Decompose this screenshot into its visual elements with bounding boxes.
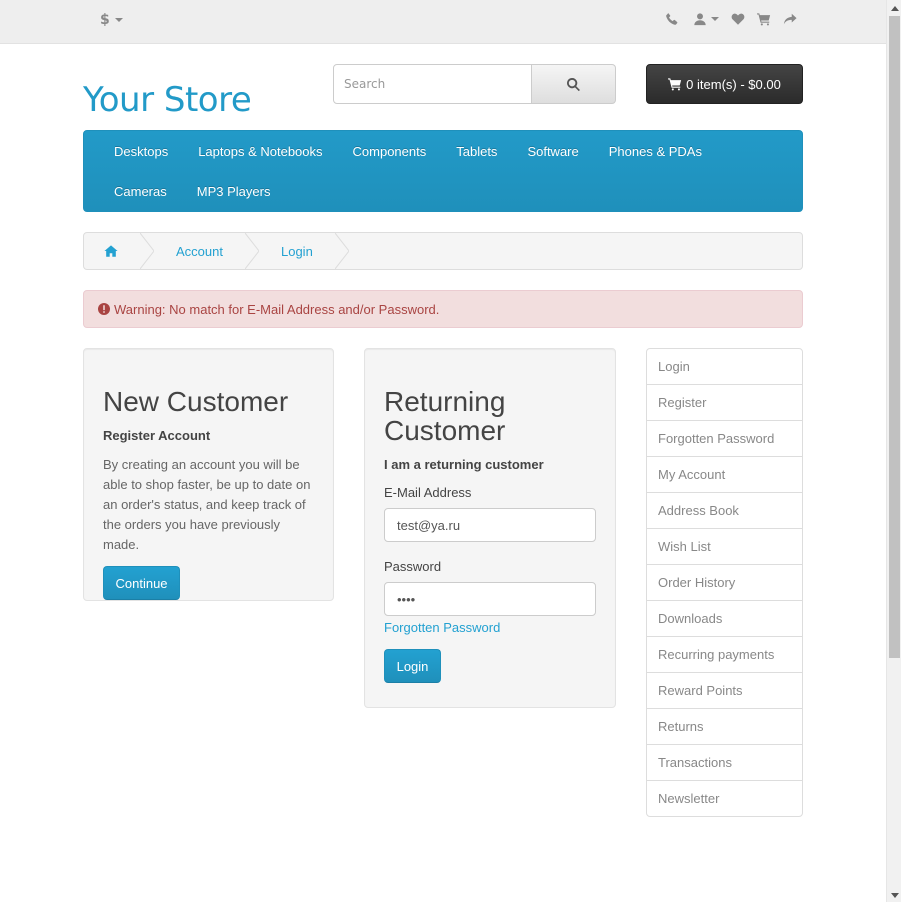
new-customer-title: New Customer	[103, 386, 289, 417]
phone-icon[interactable]	[664, 11, 680, 27]
returning-customer-title: Returning Customer	[384, 386, 506, 446]
forgotten-password-link[interactable]: Forgotten Password	[384, 620, 500, 635]
sidebar-item-order-history[interactable]: Order History	[646, 564, 803, 601]
menu-item-mp3-players[interactable]: MP3 Players	[182, 171, 286, 211]
new-customer-description: By creating an account you will be able …	[103, 457, 311, 552]
sidebar-item-address-book[interactable]: Address Book	[646, 492, 803, 529]
sidebar-item-wish-list[interactable]: Wish List	[646, 528, 803, 565]
login-button[interactable]: Login	[384, 649, 441, 683]
cart-button[interactable]: 0 item(s) - $0.00	[646, 64, 803, 104]
warning-alert: Warning: No match for E-Mail Address and…	[83, 290, 803, 328]
sidebar-item-newsletter[interactable]: Newsletter	[646, 780, 803, 817]
breadcrumb-separator	[140, 233, 154, 269]
menu-item-laptops[interactable]: Laptops & Notebooks	[183, 131, 337, 171]
top-bar: $	[0, 0, 886, 44]
new-customer-panel: New Customer Register Account By creatin…	[83, 348, 334, 601]
page-scrollbar[interactable]	[886, 0, 901, 902]
returning-customer-panel: Returning Customer I am a returning cust…	[364, 348, 616, 708]
menu-item-components[interactable]: Components	[338, 131, 442, 171]
sidebar-item-downloads[interactable]: Downloads	[646, 600, 803, 637]
breadcrumb-account[interactable]: Account	[154, 233, 245, 269]
search-icon	[567, 77, 580, 91]
breadcrumb-login[interactable]: Login	[259, 233, 335, 269]
sidebar-item-forgotten-password[interactable]: Forgotten Password	[646, 420, 803, 457]
sidebar-item-login[interactable]: Login	[646, 348, 803, 385]
home-icon	[104, 245, 118, 257]
cart-icon[interactable]	[756, 11, 772, 27]
scroll-up-arrow-icon[interactable]	[891, 6, 899, 11]
returning-customer-subtitle: I am a returning customer	[384, 457, 544, 472]
heart-icon[interactable]	[730, 11, 746, 27]
continue-button[interactable]: Continue	[103, 566, 180, 600]
top-links	[664, 11, 798, 27]
main-menu: Desktops Laptops & Notebooks Components …	[83, 130, 803, 212]
menu-item-cameras[interactable]: Cameras	[99, 171, 182, 211]
user-icon[interactable]	[692, 11, 708, 27]
menu-item-desktops[interactable]: Desktops	[99, 131, 183, 171]
exclamation-circle-icon	[98, 303, 110, 315]
password-label: Password	[384, 559, 442, 574]
breadcrumb-separator	[334, 233, 349, 269]
search-bar	[333, 64, 616, 104]
chevron-down-icon[interactable]	[711, 17, 719, 21]
menu-item-phones[interactable]: Phones & PDAs	[594, 131, 717, 171]
sidebar-item-returns[interactable]: Returns	[646, 708, 803, 745]
scroll-down-arrow-icon[interactable]	[891, 893, 899, 898]
breadcrumb: Account Login	[83, 232, 803, 270]
sidebar-item-transactions[interactable]: Transactions	[646, 744, 803, 781]
email-label: E-Mail Address	[384, 485, 472, 500]
cart-label: 0 item(s) - $0.00	[686, 76, 781, 92]
store-logo[interactable]: Your Store	[83, 80, 252, 120]
alert-text: Warning: No match for E-Mail Address and…	[114, 301, 440, 317]
share-icon[interactable]	[782, 11, 798, 27]
chevron-down-icon	[114, 18, 123, 22]
breadcrumb-separator	[244, 233, 259, 269]
cart-icon	[668, 78, 682, 91]
register-account-subtitle: Register Account	[103, 428, 211, 443]
search-input[interactable]	[333, 64, 532, 104]
search-button[interactable]	[532, 64, 616, 104]
currency-dropdown[interactable]: $	[100, 12, 123, 28]
email-field[interactable]: test@ya.ru	[384, 508, 596, 542]
sidebar-item-recurring-payments[interactable]: Recurring payments	[646, 636, 803, 673]
currency-symbol: $	[100, 12, 110, 28]
sidebar-item-register[interactable]: Register	[646, 384, 803, 421]
scrollbar-thumb[interactable]	[889, 16, 900, 658]
sidebar-item-reward-points[interactable]: Reward Points	[646, 672, 803, 709]
breadcrumb-home[interactable]	[84, 233, 140, 269]
menu-item-tablets[interactable]: Tablets	[441, 131, 512, 171]
menu-item-software[interactable]: Software	[512, 131, 593, 171]
password-field[interactable]: ••••	[384, 582, 596, 616]
account-sidebar: Login Register Forgotten Password My Acc…	[646, 348, 803, 817]
sidebar-item-my-account[interactable]: My Account	[646, 456, 803, 493]
